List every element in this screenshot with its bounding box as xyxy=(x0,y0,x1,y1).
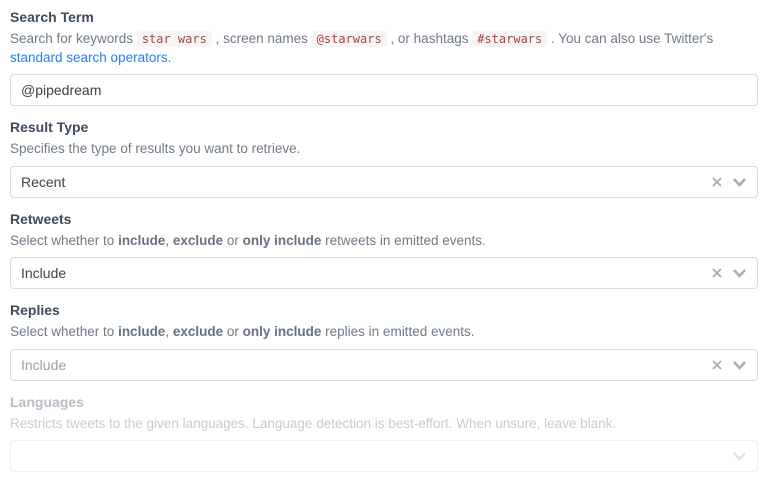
desc-bold: include xyxy=(118,324,165,339)
clear-icon[interactable] xyxy=(711,176,723,188)
desc-bold: only include xyxy=(243,233,322,248)
languages-label: Languages xyxy=(10,393,758,411)
search-term-description: Search for keywords star wars , screen n… xyxy=(10,30,758,66)
select-indicators xyxy=(732,450,747,462)
desc-bold: exclude xyxy=(173,324,223,339)
field-search-term: Search Term Search for keywords star war… xyxy=(10,8,758,106)
field-retweets: Retweets Select whether to include, excl… xyxy=(10,210,758,290)
field-replies: Replies Select whether to include, exclu… xyxy=(10,301,758,381)
replies-select-value: Include xyxy=(21,357,711,373)
languages-description: Restricts tweets to the given languages.… xyxy=(10,415,758,433)
field-languages: Languages Restricts tweets to the given … xyxy=(10,393,758,473)
desc-text: Select whether to xyxy=(10,233,118,248)
desc-text: Search for keywords xyxy=(10,31,137,46)
desc-text: or xyxy=(223,233,243,248)
replies-description: Select whether to include, exclude or on… xyxy=(10,323,758,341)
desc-text: or xyxy=(223,324,243,339)
retweets-select-value: Include xyxy=(21,265,711,281)
desc-text: , xyxy=(165,324,173,339)
chevron-down-icon[interactable] xyxy=(732,176,747,188)
result-type-select-value: Recent xyxy=(21,174,711,190)
search-operators-link[interactable]: standard search operators. xyxy=(10,50,171,65)
select-indicators xyxy=(711,267,747,279)
desc-text: , xyxy=(165,233,173,248)
desc-text: , or hashtags xyxy=(387,31,473,46)
replies-label: Replies xyxy=(10,301,758,319)
desc-text: replies in emitted events. xyxy=(321,324,474,339)
retweets-description: Select whether to include, exclude or on… xyxy=(10,232,758,250)
clear-icon[interactable] xyxy=(711,267,723,279)
field-result-type: Result Type Specifies the type of result… xyxy=(10,118,758,198)
result-type-label: Result Type xyxy=(10,118,758,136)
result-type-description: Specifies the type of results you want t… xyxy=(10,140,758,158)
desc-text: retweets in emitted events. xyxy=(321,233,485,248)
retweets-select[interactable]: Include xyxy=(10,257,758,289)
languages-select[interactable] xyxy=(10,440,758,472)
code-sample-hashtag: #starwars xyxy=(472,31,547,47)
clear-icon[interactable] xyxy=(711,359,723,371)
chevron-down-icon[interactable] xyxy=(732,359,747,371)
desc-bold: include xyxy=(118,233,165,248)
replies-select[interactable]: Include xyxy=(10,349,758,381)
code-sample-keywords: star wars xyxy=(137,31,212,47)
result-type-select[interactable]: Recent xyxy=(10,166,758,198)
desc-text: Select whether to xyxy=(10,324,118,339)
desc-bold: exclude xyxy=(173,233,223,248)
code-sample-screen-name: @starwars xyxy=(312,31,387,47)
twitter-search-config-form: Search Term Search for keywords star war… xyxy=(0,0,768,472)
desc-bold: only include xyxy=(243,324,322,339)
chevron-down-icon xyxy=(732,450,747,462)
select-indicators xyxy=(711,359,747,371)
search-term-label: Search Term xyxy=(10,8,758,26)
search-term-input[interactable] xyxy=(10,74,758,106)
chevron-down-icon[interactable] xyxy=(732,267,747,279)
select-indicators xyxy=(711,176,747,188)
desc-text: . You can also use Twitter's xyxy=(547,31,713,46)
retweets-label: Retweets xyxy=(10,210,758,228)
desc-text: , screen names xyxy=(212,31,312,46)
